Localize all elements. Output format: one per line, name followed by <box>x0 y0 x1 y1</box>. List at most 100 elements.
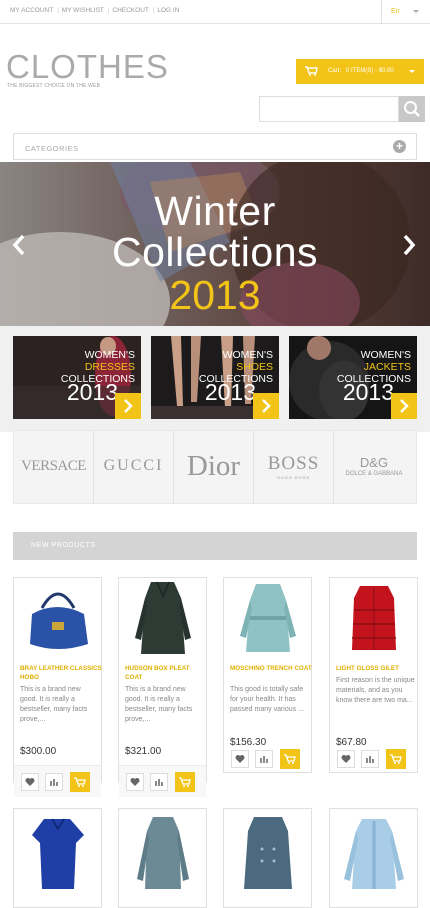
brand-sublogo: DOLCE & GABBANA <box>345 471 403 477</box>
hero-slider[interactable]: Winter Collections 2013 <box>0 162 430 326</box>
promo-year: 2013 <box>66 379 118 405</box>
compare-button[interactable] <box>361 750 379 768</box>
product-image[interactable] <box>330 809 417 889</box>
brand-logo: Dior <box>186 450 241 482</box>
my-account-link[interactable]: MY ACCOUNT <box>10 7 53 14</box>
hero-title-line1: Winter <box>154 188 276 234</box>
heart-icon <box>130 778 140 786</box>
product-actions <box>330 749 417 772</box>
cart-label: Cart: <box>328 68 342 74</box>
brand-logo: BOSS <box>267 453 320 474</box>
product-description: This is a brand new good. It is really a… <box>20 686 88 723</box>
product-name[interactable]: LIGHT GLOSS GILET <box>336 665 418 674</box>
site-tagline: THE BIGGEST CHOICE ON THE WEB <box>7 83 101 89</box>
brand-boss[interactable]: BOSS HUGO BOSS <box>254 431 334 503</box>
product-description: First reason is the unique materials, an… <box>336 677 415 704</box>
chevron-right-icon[interactable] <box>402 233 416 257</box>
promo-dresses[interactable]: WOMEN'S DRESSES COLLECTIONS 2013 <box>13 336 141 419</box>
heart-icon <box>341 755 351 763</box>
cart-icon <box>305 66 318 76</box>
login-link[interactable]: LOG IN <box>157 7 179 14</box>
product-name[interactable]: MOSCHINO TRENCH COAT <box>230 665 312 674</box>
product-card[interactable] <box>329 808 418 908</box>
compare-button[interactable] <box>150 773 168 791</box>
heart-icon <box>235 755 245 763</box>
brand-gucci[interactable]: GUCCI <box>94 431 174 503</box>
product-description: This is a brand new good. It is really a… <box>125 686 193 723</box>
promo-shoes[interactable]: WOMEN'S SHOES COLLECTIONS 2013 <box>151 336 279 419</box>
categories-toggle[interactable]: CATEGORIES + <box>13 133 417 160</box>
compare-button[interactable] <box>45 773 63 791</box>
wishlist-button[interactable] <box>231 750 249 768</box>
promo-year: 2013 <box>342 379 394 405</box>
product-card[interactable]: HUDSON BOX PLEAT COAT This is a brand ne… <box>118 577 207 797</box>
promo-go-button[interactable] <box>253 393 279 419</box>
language-selector[interactable]: En <box>381 0 430 24</box>
product-image[interactable] <box>224 809 311 889</box>
product-image[interactable] <box>119 578 206 658</box>
brand-logo: D&G <box>359 455 389 470</box>
hero-year: 2013 <box>169 272 261 318</box>
chevron-left-icon[interactable] <box>12 233 26 257</box>
compare-button[interactable] <box>255 750 273 768</box>
promo-banners: WOMEN'S DRESSES COLLECTIONS 2013 WOMEN'S… <box>0 326 430 432</box>
brand-logo: VERSACE <box>21 458 86 474</box>
add-to-cart-icon <box>390 754 402 764</box>
search-input[interactable] <box>259 96 399 122</box>
add-to-cart-button[interactable] <box>280 749 300 769</box>
checkout-link[interactable]: CHECKOUT <box>112 7 148 14</box>
top-nav-links: MY ACCOUNT | MY WISHLIST | CHECKOUT | LOG I… <box>10 7 180 14</box>
wishlist-button[interactable] <box>126 773 144 791</box>
product-card[interactable]: BRAY LEATHER CLASSICS HOBO This is a bra… <box>13 577 102 797</box>
chevron-right-icon <box>124 399 133 413</box>
cart-button[interactable]: Cart: 0 ITEM(S) - $0.00 <box>296 59 424 84</box>
product-card[interactable] <box>118 808 207 908</box>
chevron-right-icon <box>400 399 409 413</box>
product-image[interactable] <box>14 578 101 658</box>
language-code: En <box>391 8 400 15</box>
add-to-cart-button[interactable] <box>70 772 90 792</box>
hero-title-line2: Collections <box>111 229 319 275</box>
chevron-right-icon <box>262 399 271 413</box>
product-image[interactable] <box>14 809 101 889</box>
promo-jackets[interactable]: WOMEN'S JACKETS COLLECTIONS 2013 <box>289 336 417 419</box>
heart-icon <box>25 778 35 786</box>
brand-versace[interactable]: VERSACE <box>14 431 94 503</box>
product-price: $300.00 <box>20 746 57 757</box>
top-nav: MY ACCOUNT | MY WISHLIST | CHECKOUT | LOG I… <box>0 0 430 24</box>
product-card[interactable] <box>13 808 102 908</box>
add-to-cart-icon <box>179 777 191 787</box>
wishlist-button[interactable] <box>337 750 355 768</box>
search-button[interactable] <box>399 96 425 122</box>
compare-icon <box>50 779 58 786</box>
brand-dg[interactable]: D&G DOLCE & GABBANA <box>334 431 414 503</box>
product-name[interactable]: HUDSON BOX PLEAT COAT <box>125 665 207 682</box>
promo-line2: DRESSES <box>84 361 135 373</box>
product-name[interactable]: BRAY LEATHER CLASSICS HOBO <box>20 665 102 682</box>
brand-dior[interactable]: Dior <box>174 431 254 503</box>
product-image[interactable] <box>119 809 206 889</box>
product-image[interactable] <box>330 578 417 658</box>
product-description: This good is totally safe for your healt… <box>230 686 304 713</box>
site-logo[interactable]: CLOTHES <box>6 48 169 86</box>
chevron-down-icon <box>409 70 415 73</box>
promo-line1: WOMEN'S <box>84 349 135 361</box>
product-image[interactable] <box>224 578 311 658</box>
product-card[interactable]: MOSCHINO TRENCH COAT This good is totall… <box>223 577 312 773</box>
add-to-cart-button[interactable] <box>386 749 406 769</box>
product-card[interactable] <box>223 808 312 908</box>
product-price: $321.00 <box>125 746 162 757</box>
product-actions <box>14 765 101 797</box>
plus-icon: + <box>393 140 406 153</box>
new-products-header: NEW PRODUCTS <box>13 532 417 560</box>
brand-carousel: VERSACE GUCCI Dior BOSS HUGO BOSS D&G DO… <box>13 430 417 504</box>
promo-line1: WOMEN'S <box>222 349 273 361</box>
promo-go-button[interactable] <box>391 393 417 419</box>
wishlist-button[interactable] <box>21 773 39 791</box>
product-price: $67.80 <box>336 737 367 748</box>
compare-icon <box>155 779 163 786</box>
product-card[interactable]: LIGHT GLOSS GILET First reason is the un… <box>329 577 418 773</box>
my-wishlist-link[interactable]: MY WISHLIST <box>62 7 104 14</box>
promo-go-button[interactable] <box>115 393 141 419</box>
add-to-cart-button[interactable] <box>175 772 195 792</box>
